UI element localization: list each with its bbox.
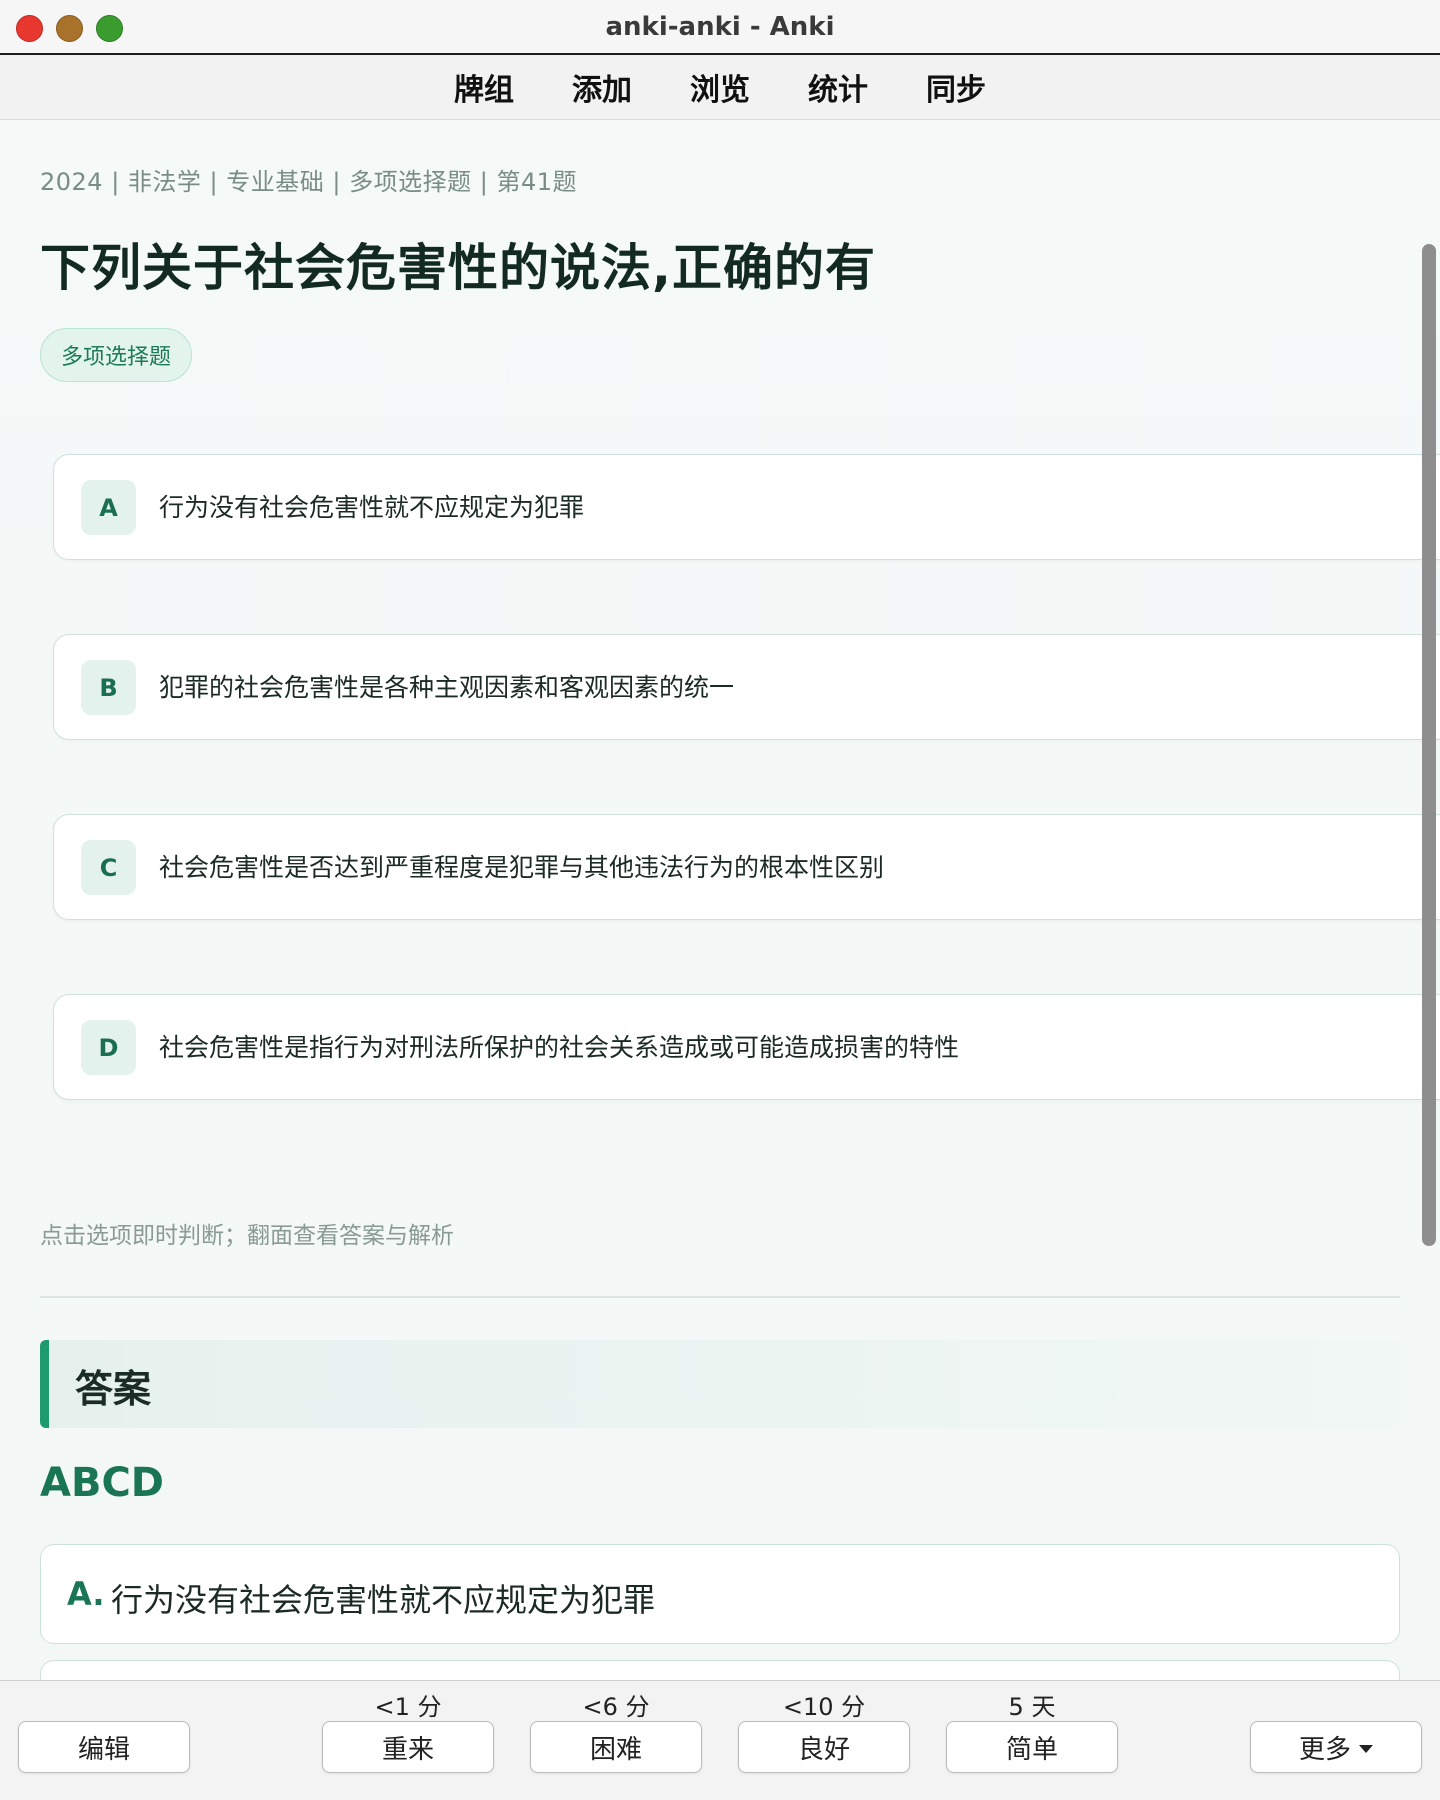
answer-item: A. 行为没有社会危害性就不应规定为犯罪 — [40, 1544, 1400, 1644]
easy-button[interactable]: 简单 — [946, 1721, 1118, 1773]
interval-hard: <6 分 — [582, 1693, 650, 1721]
chevron-down-icon — [1359, 1745, 1373, 1753]
option-letter: A — [81, 480, 136, 535]
hint-text: 点击选项即时判断；翻面查看答案与解析 — [40, 1223, 454, 1249]
again-button-label: 重来 — [381, 1734, 434, 1765]
more-button[interactable]: 更多 — [1250, 1721, 1422, 1773]
option-c[interactable]: C 社会危害性是否达到严重程度是犯罪与其他违法行为的根本性区别 — [53, 814, 1440, 920]
answer-value: ABCD — [40, 1460, 165, 1506]
nav-decks[interactable]: 牌组 — [454, 65, 514, 109]
answer-item-text: 行为没有社会危害性就不应规定为犯罪 — [111, 1581, 656, 1619]
option-b[interactable]: B 犯罪的社会危害性是各种主观因素和客观因素的统一 — [53, 634, 1440, 740]
option-letter: D — [81, 1020, 136, 1075]
main-toolbar: 牌组 添加 浏览 统计 同步 — [0, 55, 1440, 120]
option-letter: B — [81, 660, 136, 715]
review-bar: 编辑 <1 分 重来 <6 分 困难 <10 分 良好 5 天 简单 更多 — [0, 1680, 1440, 1800]
nav-browse[interactable]: 浏览 — [690, 65, 750, 109]
card-meta: 2024 | 非法学 | 专业基础 | 多项选择题 | 第41题 — [40, 168, 577, 196]
answer-heading: 答案 — [40, 1340, 1400, 1428]
option-text: 犯罪的社会危害性是各种主观因素和客观因素的统一 — [159, 673, 735, 702]
option-letter: C — [81, 840, 136, 895]
good-button[interactable]: 良好 — [738, 1721, 910, 1773]
option-text: 社会危害性是否达到严重程度是犯罪与其他违法行为的根本性区别 — [159, 853, 885, 882]
option-d[interactable]: D 社会危害性是指行为对刑法所保护的社会关系造成或可能造成损害的特性 — [53, 994, 1440, 1100]
window-title: anki-anki - Anki — [605, 12, 835, 42]
answer-item-label: A. — [67, 1575, 105, 1613]
answer-item — [40, 1660, 1400, 1680]
scrollbar[interactable] — [1422, 244, 1436, 1246]
option-text: 行为没有社会危害性就不应规定为犯罪 — [159, 493, 585, 522]
nav-stats[interactable]: 统计 — [808, 65, 868, 109]
divider — [40, 1296, 1400, 1298]
answer-heading-label: 答案 — [75, 1367, 152, 1411]
question-title: 下列关于社会危害性的说法,正确的有 — [40, 239, 876, 297]
interval-good: <10 分 — [782, 1693, 866, 1721]
option-text: 社会危害性是指行为对刑法所保护的社会关系造成或可能造成损害的特性 — [159, 1033, 960, 1062]
more-button-label: 更多 — [1298, 1734, 1351, 1765]
interval-again: <1 分 — [374, 1693, 442, 1721]
card-view: 2024 | 非法学 | 专业基础 | 多项选择题 | 第41题 下列关于社会危… — [0, 120, 1440, 1680]
easy-button-label: 简单 — [1005, 1734, 1058, 1765]
edit-button-label: 编辑 — [77, 1734, 130, 1765]
title-bar: anki-anki - Anki — [0, 0, 1440, 55]
nav-add[interactable]: 添加 — [572, 65, 632, 109]
interval-easy: 5 天 — [1008, 1693, 1056, 1721]
hard-button[interactable]: 困难 — [530, 1721, 702, 1773]
question-type-label: 多项选择题 — [61, 345, 172, 370]
hard-button-label: 困难 — [589, 1734, 642, 1765]
edit-button[interactable]: 编辑 — [18, 1721, 190, 1773]
option-a[interactable]: A 行为没有社会危害性就不应规定为犯罪 — [53, 454, 1440, 560]
question-type-badge: 多项选择题 — [40, 328, 193, 382]
nav-sync[interactable]: 同步 — [926, 65, 986, 109]
good-button-label: 良好 — [797, 1734, 850, 1765]
again-button[interactable]: 重来 — [322, 1721, 494, 1773]
